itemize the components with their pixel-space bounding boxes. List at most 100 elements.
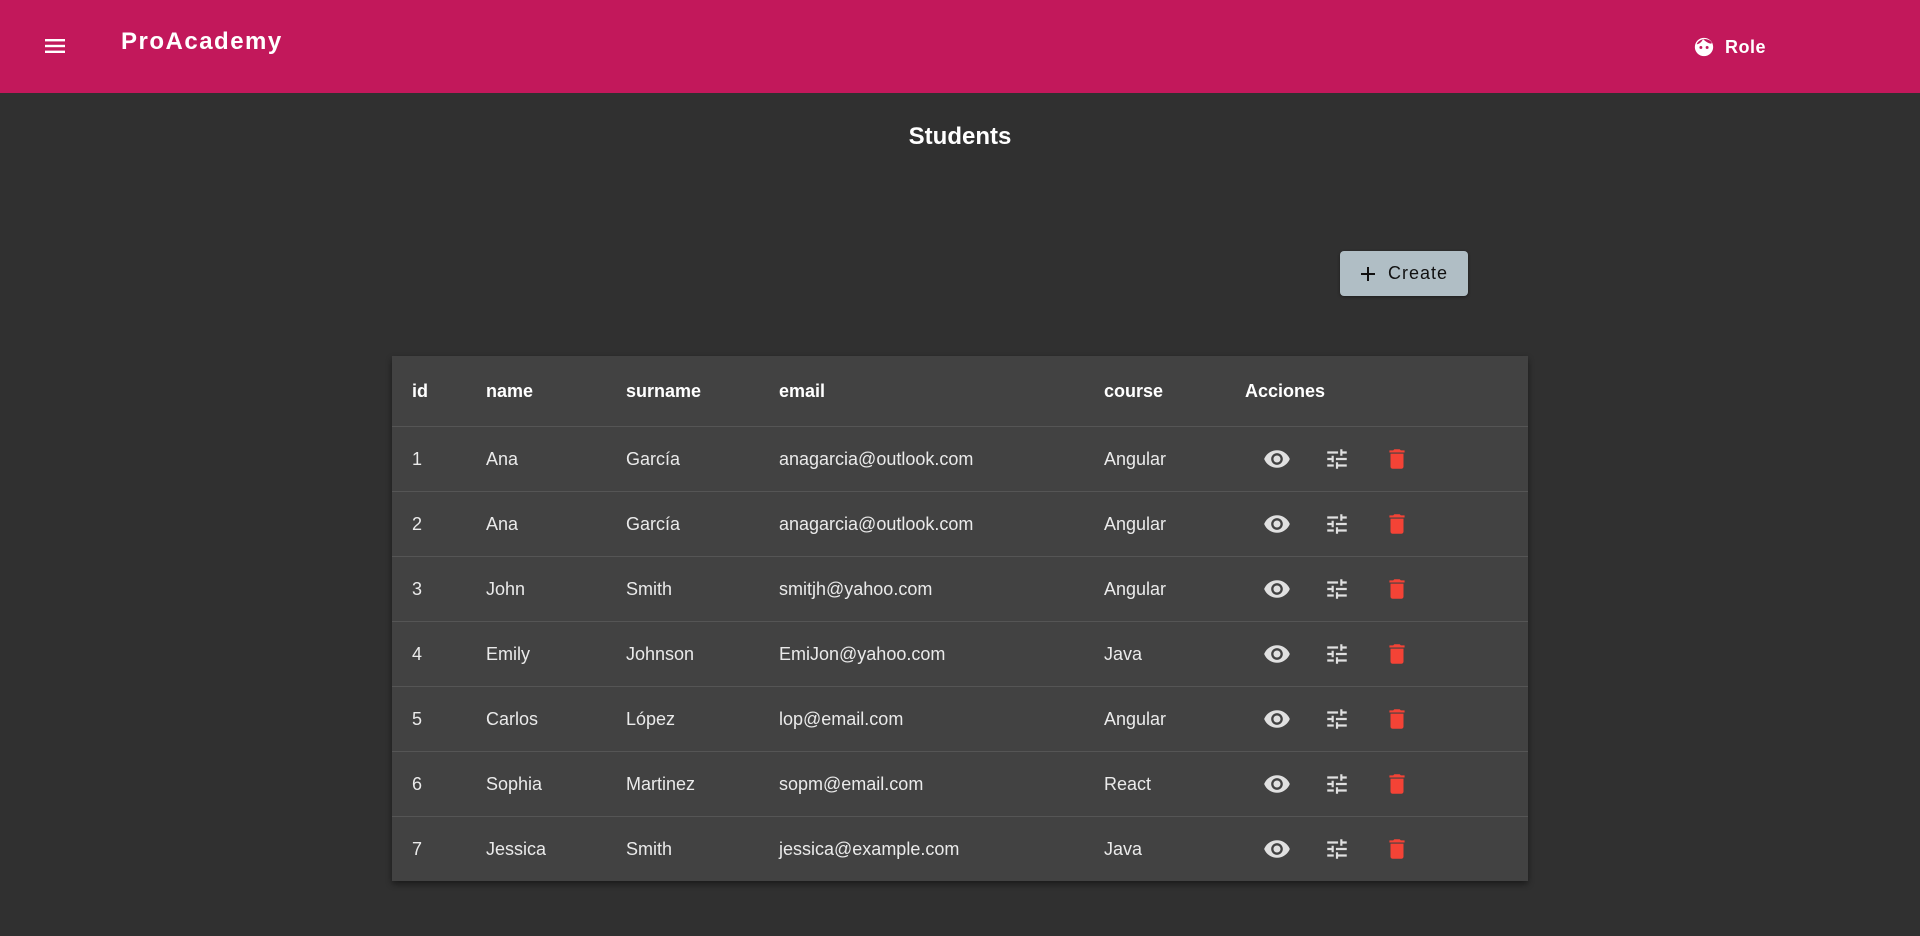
cell-actions bbox=[1245, 556, 1528, 622]
delete-button[interactable] bbox=[1379, 701, 1415, 737]
view-button[interactable] bbox=[1259, 701, 1295, 737]
edit-button[interactable] bbox=[1319, 506, 1355, 542]
delete-button[interactable] bbox=[1379, 441, 1415, 477]
cell-email: smitjh@yahoo.com bbox=[779, 556, 1104, 622]
cell-name: Emily bbox=[486, 621, 626, 687]
cell-id: 7 bbox=[392, 816, 486, 881]
cell-name: John bbox=[486, 556, 626, 622]
cell-email: EmiJon@yahoo.com bbox=[779, 621, 1104, 687]
create-button[interactable]: Create bbox=[1340, 251, 1468, 296]
cell-name: Jessica bbox=[486, 816, 626, 881]
edit-button[interactable] bbox=[1319, 766, 1355, 802]
delete-button[interactable] bbox=[1379, 506, 1415, 542]
tune-icon bbox=[1327, 709, 1347, 729]
app-brand[interactable]: ProAcademy bbox=[121, 28, 283, 56]
cell-name: Carlos bbox=[486, 686, 626, 752]
view-button[interactable] bbox=[1259, 831, 1295, 867]
cell-name: Sophia bbox=[486, 751, 626, 817]
eye-icon bbox=[1264, 710, 1290, 728]
cell-email: anagarcia@outlook.com bbox=[779, 491, 1104, 557]
cell-course: Angular bbox=[1104, 556, 1245, 622]
cell-id: 1 bbox=[392, 426, 486, 492]
table-row: 4 Emily Johnson EmiJon@yahoo.com Java bbox=[392, 621, 1528, 687]
delete-button[interactable] bbox=[1379, 831, 1415, 867]
cell-surname: Johnson bbox=[626, 621, 779, 687]
cell-email: anagarcia@outlook.com bbox=[779, 426, 1104, 492]
role-button[interactable]: Role bbox=[1693, 28, 1766, 66]
column-header-surname: surname bbox=[626, 380, 702, 401]
view-button[interactable] bbox=[1259, 506, 1295, 542]
row-actions bbox=[1245, 701, 1528, 737]
column-header-email: email bbox=[779, 380, 826, 401]
eye-icon bbox=[1264, 775, 1290, 793]
table-row: 1 Ana García anagarcia@outlook.com Angul… bbox=[392, 426, 1528, 492]
cell-email: sopm@email.com bbox=[779, 751, 1104, 817]
eye-icon bbox=[1264, 515, 1290, 533]
tune-icon bbox=[1327, 644, 1347, 664]
cell-course: Angular bbox=[1104, 686, 1245, 752]
column-header-actions: Acciones bbox=[1245, 380, 1326, 401]
trash-icon bbox=[1389, 839, 1405, 859]
column-header-id: id bbox=[412, 380, 428, 401]
cell-actions bbox=[1245, 751, 1528, 817]
cell-id: 5 bbox=[392, 686, 486, 752]
cell-course: Angular bbox=[1104, 426, 1245, 492]
eye-icon bbox=[1264, 580, 1290, 598]
face-icon bbox=[1694, 37, 1714, 57]
cell-actions bbox=[1245, 621, 1528, 687]
table-row: 7 Jessica Smith jessica@example.com Java bbox=[392, 816, 1528, 881]
cell-actions bbox=[1245, 426, 1528, 492]
plus-icon bbox=[1360, 266, 1375, 281]
tune-icon bbox=[1327, 514, 1347, 534]
delete-button[interactable] bbox=[1379, 636, 1415, 672]
cell-actions bbox=[1245, 686, 1528, 752]
trash-icon bbox=[1389, 449, 1405, 469]
role-label: Role bbox=[1725, 36, 1767, 57]
delete-button[interactable] bbox=[1379, 766, 1415, 802]
row-actions bbox=[1245, 571, 1528, 607]
eye-icon bbox=[1264, 450, 1290, 468]
row-actions bbox=[1245, 766, 1528, 802]
students-table: id name surname email course Acciones 1 … bbox=[392, 356, 1528, 881]
tune-icon bbox=[1327, 579, 1347, 599]
cell-email: lop@email.com bbox=[779, 686, 1104, 752]
table-row: 6 Sophia Martinez sopm@email.com React bbox=[392, 751, 1528, 817]
edit-button[interactable] bbox=[1319, 831, 1355, 867]
cell-id: 6 bbox=[392, 751, 486, 817]
view-button[interactable] bbox=[1259, 766, 1295, 802]
trash-icon bbox=[1389, 514, 1405, 534]
top-toolbar: ProAcademy Role bbox=[0, 0, 1920, 93]
students-table-card: id name surname email course Acciones 1 … bbox=[392, 356, 1528, 881]
cell-course: Java bbox=[1104, 621, 1245, 687]
cell-name: Ana bbox=[486, 491, 626, 557]
view-button[interactable] bbox=[1259, 441, 1295, 477]
cell-course: Angular bbox=[1104, 491, 1245, 557]
view-button[interactable] bbox=[1259, 571, 1295, 607]
table-header-row: id name surname email course Acciones bbox=[392, 356, 1528, 427]
column-header-name: name bbox=[486, 380, 534, 401]
menu-button[interactable] bbox=[35, 26, 75, 66]
menu-icon bbox=[45, 39, 65, 53]
delete-button[interactable] bbox=[1379, 571, 1415, 607]
trash-icon bbox=[1389, 774, 1405, 794]
row-actions bbox=[1245, 636, 1528, 672]
table-row: 2 Ana García anagarcia@outlook.com Angul… bbox=[392, 491, 1528, 557]
cell-surname: Smith bbox=[626, 816, 779, 881]
edit-button[interactable] bbox=[1319, 571, 1355, 607]
cell-actions bbox=[1245, 491, 1528, 557]
edit-button[interactable] bbox=[1319, 701, 1355, 737]
cell-course: React bbox=[1104, 751, 1245, 817]
cell-id: 2 bbox=[392, 491, 486, 557]
tune-icon bbox=[1327, 449, 1347, 469]
table-row: 3 John Smith smitjh@yahoo.com Angular bbox=[392, 556, 1528, 622]
cell-surname: Smith bbox=[626, 556, 779, 622]
page-title: Students bbox=[908, 123, 1012, 150]
view-button[interactable] bbox=[1259, 636, 1295, 672]
row-actions bbox=[1245, 506, 1528, 542]
edit-button[interactable] bbox=[1319, 636, 1355, 672]
cell-name: Ana bbox=[486, 426, 626, 492]
edit-button[interactable] bbox=[1319, 441, 1355, 477]
cell-course: Java bbox=[1104, 816, 1245, 881]
cell-surname: García bbox=[626, 491, 779, 557]
tune-icon bbox=[1327, 839, 1347, 859]
